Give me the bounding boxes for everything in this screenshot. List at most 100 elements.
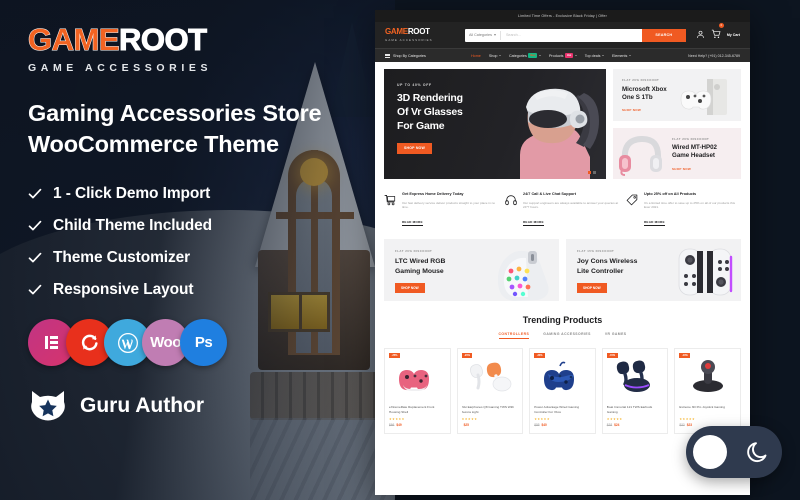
headset-support-icon [505,192,518,228]
product-image: -30% [530,349,595,401]
promo-screenshot: GAME ROOT GAME ACCESSORIES Gaming Accesso… [0,0,800,500]
search-button[interactable]: SEARCH [641,28,686,42]
old-price: $28 [606,422,613,427]
promo-card-mouse[interactable]: FLAT 20% DISCOUNT LTC Wired RGB Gaming M… [384,239,559,302]
chevron-down-icon [601,55,604,56]
discount-badge: -10% [679,352,691,358]
site-logo-tagline: GAME ACCESSORIES [385,37,433,42]
service-read-more[interactable]: READ MORE [523,220,544,226]
chevron-down-icon [498,55,501,56]
feature-label: Child Theme Included [53,217,213,235]
shop-by-categories-button[interactable]: Shop By Categories [385,53,471,58]
toggle-knob[interactable] [693,435,727,469]
product-title: Extreme 3D Pro Joystick Gaming [679,404,725,409]
nav-label: Shop [488,53,498,58]
nav-item-top-deals[interactable]: Top deals [585,54,604,58]
promo-content: GAME ROOT GAME ACCESSORIES Gaming Accesso… [28,22,358,424]
search-input[interactable]: Search... [501,33,642,37]
old-price: $32 [679,422,685,427]
nav-badge-new: New [528,53,538,58]
nav-badge-hot: Hot [565,53,574,58]
slider-dot-2[interactable] [593,171,596,174]
nav-item-home[interactable]: Home [471,54,481,58]
headline-line-2: WooCommerce Theme [28,131,279,158]
product-title: eXtremeRate Replacement Front Housing Sh… [389,404,435,414]
main-nav: Shop By Categories Home Shop Categories … [375,48,750,62]
check-icon [28,219,42,233]
website-mockup: Limited Time Offers - Exclusive Black Fr… [375,10,750,495]
nav-item-categories[interactable]: Categories New [508,53,541,58]
product-price: $55 $40 [534,423,591,427]
nav-item-products[interactable]: Products Hot [548,53,577,58]
service-item: 24/7 Call & Live Chat Support Our suppor… [505,192,620,228]
product-info: Power Advantage Wired Gaming Controller … [530,401,595,433]
tab-gaming-accessories[interactable]: GAMING ACCESSORIES [543,332,591,339]
services-strip: Get Express Home Delivery Today Our fast… [384,179,741,239]
product-card[interactable]: -10% Extreme 3D Pro Joystick Gaming ★★★★… [674,347,741,434]
dark-mode-toggle[interactable] [686,426,782,478]
nav-label: Products [548,53,564,58]
service-title: 24/7 Call & Live Chat Support [523,192,576,196]
nav-item-shop[interactable]: Shop [489,54,501,58]
cart-icon[interactable]: 0 [711,23,724,44]
service-description: Our fast delivery service deliver produc… [402,200,496,210]
hero-shop-now-button[interactable]: SHOP NOW [397,142,432,154]
xbox-console-image [677,77,737,117]
user-account-icon[interactable] [696,26,705,44]
moon-icon [745,439,771,465]
tab-controllers[interactable]: CONTROLLERS [498,332,530,339]
promo-card-headset[interactable]: FLAT 20% DISCOUNT Wired MT-HP02 Game Hea… [613,127,741,179]
promo-card-xbox[interactable]: FLAT 20% DISCOUNT Microsoft Xbox One S 1… [613,69,741,121]
promo-headline: Gaming Accessories Store WooCommerce The… [28,98,358,160]
search-bar[interactable]: All Categories Search... SEARCH [465,28,686,42]
search-category-select[interactable]: All Categories [465,30,501,40]
product-card[interactable]: -30% Power Advantage Wired Gaming Contro… [529,347,596,434]
promo-card-joycons[interactable]: FLAT 15% DISCOUNT Joy Cons Wireless Lite… [566,239,741,302]
new-price: $40 [541,422,547,427]
nav-label: Categories [508,53,527,58]
promo-shop-now-button[interactable]: SHOP NOW [577,282,607,293]
announcement-text: Limited Time Offers - Exclusive Black Fr… [518,14,607,18]
tab-vr-games[interactable]: VR GAMES [605,332,627,339]
product-price: $28 $24 [607,423,664,427]
product-card[interactable]: -20% Nivi Earphones Q8 Gaming TWS With A… [456,347,524,434]
author-row: Guru Author [28,388,358,424]
guru-cat-icon [28,388,68,424]
promo-logo: GAME ROOT GAME ACCESSORIES [28,22,358,75]
product-price: $25 [462,423,519,427]
old-price: $55 [534,422,540,427]
hero-section: UP TO 40% OFF 3D Rendering Of Vr Glasses… [384,69,741,179]
need-help-text[interactable]: Need Help? (+91) 012-345-6789 [688,54,740,58]
nav-item-elements[interactable]: Elements [612,54,631,58]
promo-title-line-1: Wired MT-HP02 [672,144,717,151]
hero-slider[interactable]: UP TO 40% OFF 3D Rendering Of Vr Glasses… [384,69,606,179]
service-read-more[interactable]: READ MORE [644,220,665,226]
cart-label[interactable]: My Cart [727,33,740,37]
product-info: eXtremeRate Replacement Front Housing Sh… [385,401,450,433]
product-image: -25% [385,349,450,401]
site-header: GAMEROOT GAME ACCESSORIES All Categories… [375,22,750,48]
promo-title: Wired MT-HP02 Game Headset [672,144,741,161]
gaming-headset-image [617,132,665,176]
rating-stars: ★★★★★ [389,416,405,421]
product-card[interactable]: -25% eXtremeRate Replacement Front Housi… [384,347,451,434]
rating-stars: ★★★★★ [606,416,623,421]
gaming-mouse-image [485,245,557,302]
chevron-down-icon [493,34,496,36]
slider-dot-1[interactable] [587,171,591,174]
product-image: -10% [675,349,740,401]
old-price: $66 [389,422,395,427]
announcement-bar: Limited Time Offers - Exclusive Black Fr… [375,10,750,22]
product-title: Boat Immortal 121 TWS Earbuds Gaming [606,404,653,414]
promo-shop-now-button[interactable]: SHOP NOW [395,282,425,293]
promo-shop-now-link[interactable]: SHOP NOW [672,167,741,171]
promo-title-line-2: Game Headset [672,152,715,160]
slider-dots[interactable] [587,171,596,174]
price-tag-icon [626,192,639,228]
site-logo[interactable]: GAMEROOT GAME ACCESSORIES [385,28,449,42]
product-card[interactable]: -15% Boat Immortal 121 TWS Earbuds Gamin… [601,347,669,434]
discount-badge: -15% [606,352,618,358]
side-promos: FLAT 20% DISCOUNT Microsoft Xbox One S 1… [613,69,741,179]
service-read-more[interactable]: READ MORE [402,220,423,226]
feature-item: Child Theme Included [28,217,358,235]
